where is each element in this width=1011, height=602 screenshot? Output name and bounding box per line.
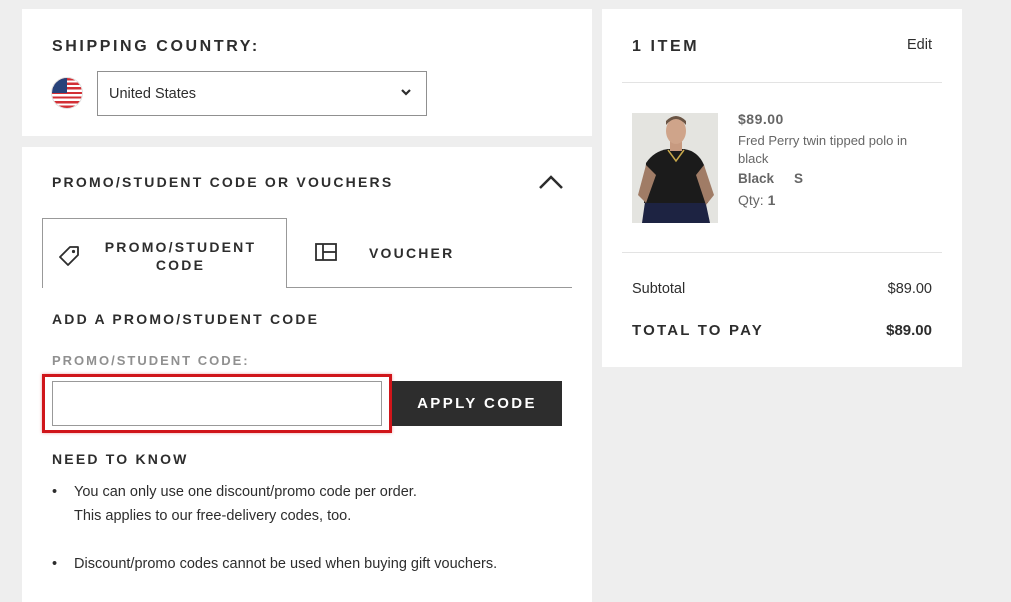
product-size: S [794, 171, 804, 186]
divider [622, 82, 942, 83]
voucher-icon [315, 243, 337, 261]
add-promo-title: ADD A PROMO/STUDENT CODE [52, 311, 320, 327]
chevron-down-icon [401, 89, 411, 96]
edit-link[interactable]: Edit [907, 37, 932, 53]
total-to-pay-value: $89.00 [886, 322, 932, 339]
country-select-value: United States [109, 86, 197, 102]
bullet-dot: • [52, 484, 58, 500]
promo-panel: PROMO/STUDENT CODE OR VOUCHERS PROMO/STU… [22, 147, 592, 602]
tab-voucher[interactable]: VOUCHER [287, 218, 572, 288]
bullet-line: You can only use one discount/promo code… [74, 484, 417, 500]
order-summary-panel: 1 ITEM Edit $89.00 Fred Perry twin tippe… [602, 9, 962, 367]
subtotal-label: Subtotal [632, 281, 686, 297]
bullet-line: This applies to our free-delivery codes,… [74, 508, 352, 524]
qty-value: 1 [767, 192, 776, 208]
product-colour: Black [738, 171, 775, 186]
promo-section-title: PROMO/STUDENT CODE OR VOUCHERS [52, 174, 394, 190]
need-to-know-title: NEED TO KNOW [52, 451, 189, 467]
shipping-country-title: SHIPPING COUNTRY: [52, 38, 260, 55]
product-image[interactable] [632, 113, 718, 223]
subtotal-value: $89.00 [887, 281, 932, 297]
apply-code-button[interactable]: APPLY CODE [392, 381, 562, 426]
promo-code-input[interactable] [52, 381, 382, 426]
tag-icon [59, 246, 79, 266]
product-price: $89.00 [738, 111, 784, 127]
bullet-line: Discount/promo codes cannot be used when… [74, 556, 498, 572]
qty-label: Qty: [738, 192, 764, 208]
promo-code-label: PROMO/STUDENT CODE: [52, 353, 250, 368]
item-count-title: 1 ITEM [632, 38, 700, 55]
product-photo [632, 113, 718, 223]
country-select[interactable]: United States [97, 71, 427, 116]
chevron-up-icon[interactable] [538, 174, 564, 190]
tab-promo-student-code-label: PROMO/STUDENT CODE [104, 239, 257, 273]
total-to-pay-label: TOTAL TO PAY [632, 322, 764, 339]
shipping-country-panel: SHIPPING COUNTRY: United States [22, 9, 592, 136]
product-name[interactable]: Fred Perry twin tipped polo in black [738, 132, 928, 168]
divider [622, 252, 942, 253]
bullet-dot: • [52, 556, 58, 572]
tab-promo-student-code[interactable]: PROMO/STUDENT CODE [42, 218, 287, 288]
promo-section-header[interactable]: PROMO/STUDENT CODE OR VOUCHERS [22, 147, 592, 217]
us-flag-icon [52, 78, 82, 108]
tab-voucher-label: VOUCHER [369, 245, 455, 261]
product-qty: Qty: 1 [738, 192, 775, 208]
promo-tabs: PROMO/STUDENT CODE VOUCHER [42, 218, 572, 288]
